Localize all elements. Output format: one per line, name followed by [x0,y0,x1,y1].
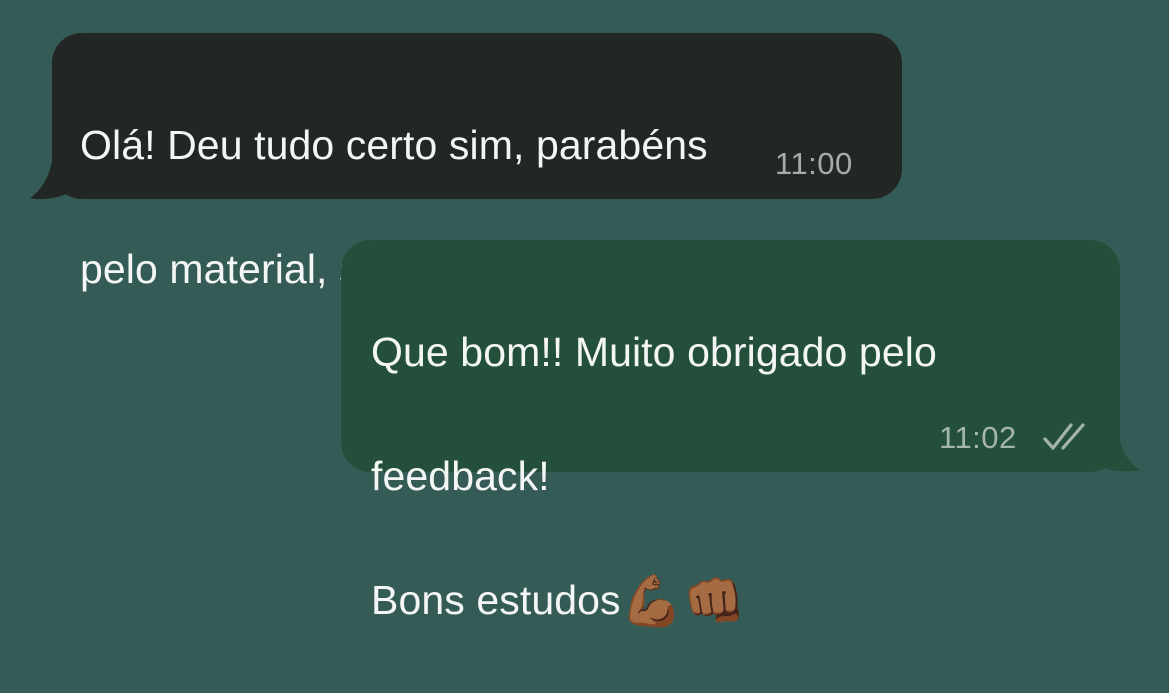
chat-area: Olá! Deu tudo certo sim, parabéns pelo m… [0,0,1169,626]
oncoming-fist-emoji: 👊🏾 [683,573,746,629]
message-line: Que bom!! Muito obrigado pelo [371,329,937,375]
incoming-message-bubble[interactable]: Olá! Deu tudo certo sim, parabéns pelo m… [52,33,902,295]
message-line: Bons estudos💪🏾👊🏾 [371,569,1091,631]
message-line: Olá! Deu tudo certo sim, parabéns [80,122,708,168]
outgoing-message-text: Que bom!! Muito obrigado pelo feedback! … [371,259,1091,693]
message-line-text: Bons estudos [371,577,621,623]
outgoing-message-bubble[interactable]: Que bom!! Muito obrigado pelo feedback! … [341,240,1120,626]
flexed-biceps-emoji: 💪🏾 [620,573,684,629]
message-timestamp: 11:00 [775,146,853,181]
message-timestamp: 11:02 [939,420,1017,455]
double-check-icon [1043,423,1085,450]
